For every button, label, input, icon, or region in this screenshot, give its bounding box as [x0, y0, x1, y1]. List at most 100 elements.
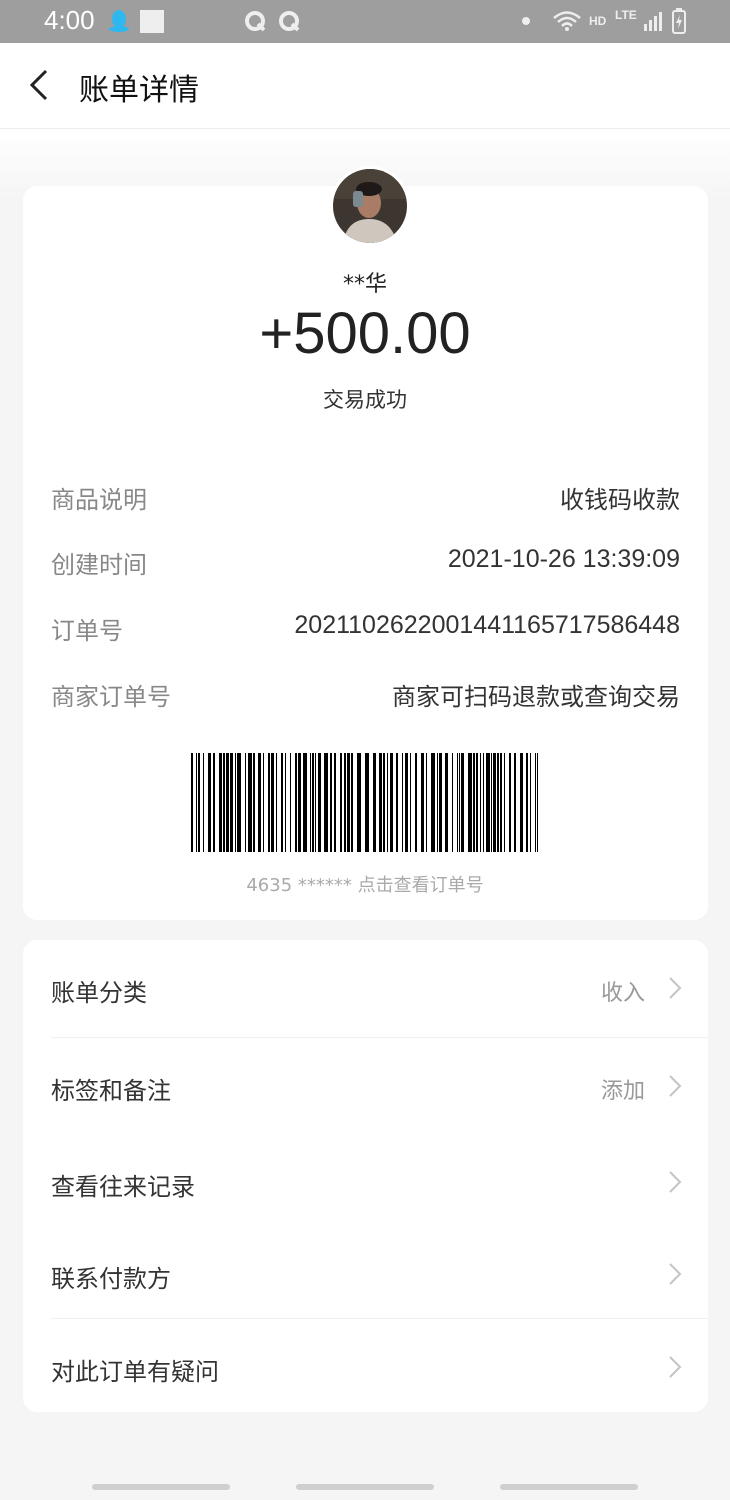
barcode-bar: [268, 753, 270, 852]
dot-icon: [522, 17, 530, 25]
barcode-bar: [461, 753, 464, 852]
barcode-bar: [537, 753, 538, 852]
menu-item-label: 联系付款方: [51, 1265, 171, 1293]
barcode-bar: [223, 753, 225, 852]
payer-name: **华: [342, 272, 387, 297]
detail-value[interactable]: 商家可扫码退款或查询交易: [392, 677, 680, 712]
barcode-bar: [219, 753, 222, 852]
barcode-bar: [318, 753, 321, 852]
status-bar: 4:00 HD LTE: [0, 0, 730, 43]
barcode-bar: [248, 753, 252, 852]
menu-item-label: 查看往来记录: [51, 1173, 195, 1201]
barcode-bar: [468, 753, 472, 852]
status-time: 4:00: [44, 5, 95, 35]
barcode-bar: [208, 753, 211, 852]
barcode-bar: [439, 753, 442, 852]
transaction-amount: +500.00: [259, 301, 471, 366]
barcode-bar: [235, 753, 236, 852]
barcode-bar: [303, 753, 307, 852]
detail-label: 商家订单号: [51, 683, 171, 711]
barcode-bar: [198, 753, 200, 852]
barcode-bar: [396, 753, 398, 852]
barcode-bar: [535, 753, 536, 852]
barcode-bar: [379, 753, 382, 852]
menu-item-contact-payer[interactable]: 联系付款方: [23, 1226, 708, 1318]
barcode-bar: [415, 753, 417, 852]
menu-item-tags-notes[interactable]: 标签和备注 添加: [23, 1038, 708, 1130]
barcode-bar: [310, 753, 311, 852]
barcode-bar: [473, 753, 475, 852]
chevron-right-icon: [669, 1075, 682, 1097]
barcode-bar: [514, 753, 516, 852]
detail-value: 2021-10-26 13:39:09: [447, 545, 680, 573]
barcode-bar: [281, 753, 283, 852]
barcode-bar: [237, 753, 241, 852]
barcode-bar: [373, 753, 376, 852]
menu-item-label: 对此订单有疑问: [51, 1358, 219, 1386]
barcode-bar: [258, 753, 261, 852]
barcode-bar: [483, 753, 484, 852]
menu-item-label: 账单分类: [51, 979, 147, 1007]
chevron-right-icon: [669, 1263, 682, 1285]
barcode-bar: [426, 753, 427, 852]
menu-item-value: 添加: [600, 1079, 645, 1104]
barcode-bar: [431, 753, 435, 852]
barcode-bar: [351, 753, 353, 852]
nav-bar-left[interactable]: [92, 1484, 230, 1490]
barcode-bar: [402, 753, 403, 852]
chevron-right-icon: [669, 977, 682, 999]
wifi-icon: [553, 11, 581, 31]
avatar-photo-icon: [333, 169, 407, 243]
barcode-bar: [390, 753, 393, 852]
barcode-bar: [324, 753, 328, 852]
barcode[interactable]: [191, 753, 539, 852]
barcode-bar: [196, 753, 197, 852]
barcode-bar: [344, 753, 346, 852]
menu-item-order-question[interactable]: 对此订单有疑问: [23, 1319, 708, 1411]
barcode-bar: [410, 753, 411, 852]
nav-bar-center[interactable]: [296, 1484, 434, 1490]
menu-item-label: 标签和备注: [51, 1077, 171, 1105]
q-app-icon: [245, 11, 266, 32]
barcode-bar: [383, 753, 385, 852]
barcode-bar: [509, 753, 511, 852]
notification-image-icon: [140, 10, 164, 33]
barcode-bar: [330, 753, 332, 852]
detail-label: 商品说明: [51, 486, 147, 514]
lte-indicator: LTE: [615, 8, 637, 22]
barcode-bar: [298, 753, 301, 852]
detail-value: 收钱码收款: [560, 486, 680, 514]
barcode-bar: [365, 753, 369, 852]
barcode-bar: [459, 753, 460, 852]
barcode-bar: [191, 753, 193, 852]
avatar[interactable]: [330, 166, 410, 246]
menu-item-bill-category[interactable]: 账单分类 收入: [23, 940, 708, 1032]
menu-item-history[interactable]: 查看往来记录: [23, 1134, 708, 1226]
barcode-bar: [421, 753, 424, 852]
barcode-bar: [405, 753, 408, 852]
barcode-bar: [437, 753, 438, 852]
barcode-bar: [500, 753, 502, 852]
q-app-icon: [279, 11, 300, 32]
barcode-bar: [203, 753, 204, 852]
barcode-bar: [452, 753, 453, 852]
barcode-caption[interactable]: 4635 ****** 点击查看订单号: [0, 871, 730, 897]
back-chevron-icon[interactable]: [22, 63, 58, 107]
barcode-bar: [263, 753, 264, 852]
barcode-bar: [213, 753, 215, 852]
barcode-bar: [526, 753, 528, 852]
menu-item-value: 收入: [600, 981, 645, 1006]
barcode-bar: [340, 753, 342, 852]
barcode-bar: [312, 753, 314, 852]
detail-label: 创建时间: [51, 551, 147, 579]
signal-icon: [644, 12, 662, 31]
barcode-bar: [245, 753, 246, 852]
barcode-bar: [230, 753, 233, 852]
barcode-bar: [480, 753, 481, 852]
barcode-bar: [290, 753, 291, 852]
nav-bar-right[interactable]: [500, 1484, 638, 1490]
barcode-bar: [445, 753, 448, 852]
barcode-bar: [476, 753, 478, 852]
barcode-bar: [486, 753, 490, 852]
barcode-bar: [276, 753, 277, 852]
